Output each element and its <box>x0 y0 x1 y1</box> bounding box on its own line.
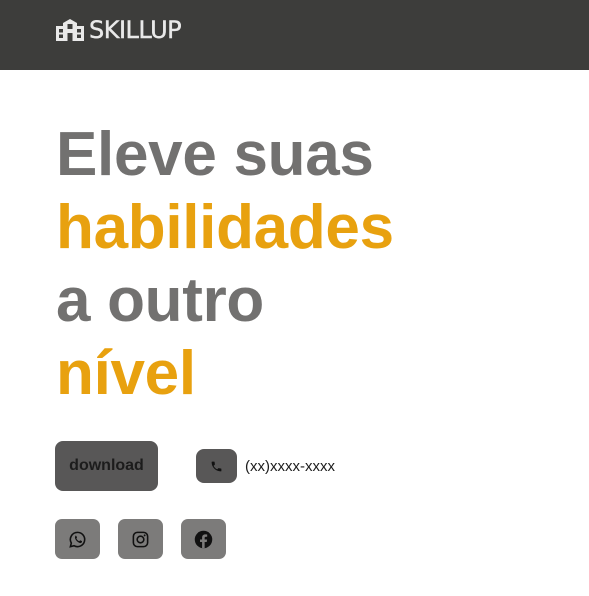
facebook-button[interactable] <box>181 519 226 559</box>
hero-line-4: nível <box>56 339 196 408</box>
hero-headline: Eleve suas habilidades a outro nível <box>56 118 394 410</box>
instagram-icon <box>132 531 149 547</box>
download-button[interactable]: download <box>55 441 158 491</box>
phone-button[interactable] <box>196 449 237 483</box>
phone-icon <box>211 461 222 471</box>
brand-logo[interactable]: SKILLUP <box>55 16 182 44</box>
hero-line-3: a outro <box>56 266 264 335</box>
school-building-icon <box>56 19 84 41</box>
hero-line-1: Eleve suas <box>56 120 374 189</box>
brand-name: SKILLUP <box>89 16 182 44</box>
phone-number: (xx)xxxx-xxxx <box>245 457 335 475</box>
phone-contact: (xx)xxxx-xxxx <box>196 449 335 483</box>
hero-line-2: habilidades <box>56 193 394 262</box>
instagram-button[interactable] <box>118 519 163 559</box>
facebook-icon <box>194 530 213 548</box>
whatsapp-button[interactable] <box>55 519 100 559</box>
whatsapp-icon <box>69 531 86 548</box>
top-navbar: SKILLUP <box>0 0 589 70</box>
